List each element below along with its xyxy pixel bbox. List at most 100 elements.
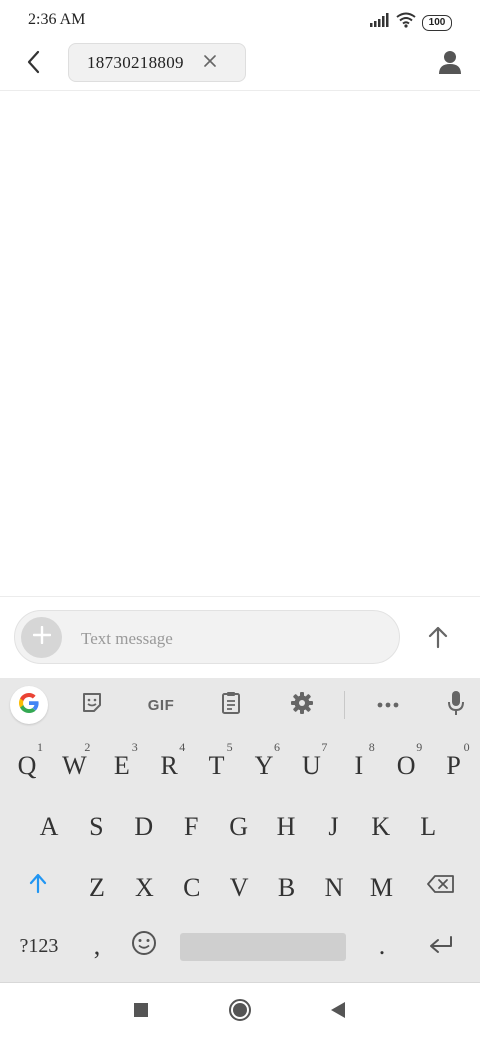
key-g[interactable]: G <box>215 797 263 853</box>
shift-key[interactable] <box>14 858 62 914</box>
signal-icon <box>370 13 390 32</box>
key-o[interactable]: O9 <box>382 736 430 792</box>
key-f[interactable]: F <box>167 797 215 853</box>
key-label: K <box>371 812 391 841</box>
key-hint: 6 <box>274 740 280 754</box>
status-icons: 100 <box>370 12 452 33</box>
shift-arrow-icon <box>28 871 48 901</box>
key-label: L <box>420 812 437 841</box>
gif-button[interactable]: GIF <box>140 685 182 725</box>
recents-square-icon <box>133 1002 149 1023</box>
symbols-key[interactable]: ?123 <box>10 918 68 974</box>
home-button[interactable] <box>225 997 255 1027</box>
key-b[interactable]: B <box>263 858 311 914</box>
conversation-header: 18730218809 <box>0 40 480 91</box>
key-label: V <box>229 873 249 902</box>
key-d[interactable]: D <box>120 797 168 853</box>
key-n[interactable]: N <box>310 858 358 914</box>
back-button[interactable] <box>18 48 50 80</box>
message-list[interactable] <box>0 91 480 595</box>
key-x[interactable]: X <box>120 858 168 914</box>
key-q[interactable]: Q1 <box>3 736 51 792</box>
key-label: J <box>328 812 339 841</box>
recipient-number: 18730218809 <box>87 52 184 72</box>
key-hint: 4 <box>179 740 186 754</box>
back-triangle-icon <box>330 1001 346 1024</box>
key-j[interactable]: J <box>309 797 357 853</box>
clipboard-button[interactable] <box>211 685 251 725</box>
key-label: F <box>183 812 199 841</box>
key-label: B <box>277 873 296 902</box>
key-label: C <box>183 873 201 902</box>
gif-icon: GIF <box>147 696 175 714</box>
status-time: 2:36 AM <box>28 11 86 28</box>
google-button[interactable] <box>10 686 48 724</box>
contact-button[interactable] <box>434 48 466 80</box>
emoji-key[interactable] <box>120 918 168 974</box>
recipient-chip[interactable]: 18730218809 <box>68 43 246 82</box>
voice-input-button[interactable] <box>436 685 476 725</box>
clipboard-icon <box>220 691 242 720</box>
key-hint: 1 <box>37 740 43 754</box>
send-button[interactable] <box>418 619 458 659</box>
key-a[interactable]: A <box>25 797 73 853</box>
key-m[interactable]: M <box>357 858 405 914</box>
key-v[interactable]: V <box>215 858 263 914</box>
google-g-icon <box>17 691 41 720</box>
key-hint: 3 <box>131 740 138 754</box>
backspace-key[interactable] <box>417 858 465 914</box>
key-h[interactable]: H <box>262 797 310 853</box>
key-i[interactable]: I8 <box>335 736 383 792</box>
remove-recipient-button[interactable] <box>202 54 218 71</box>
key-label: W <box>62 751 87 780</box>
battery-icon: 100 <box>422 14 452 31</box>
key-label: Z <box>89 873 105 902</box>
nav-back-button[interactable] <box>323 997 353 1027</box>
period-key[interactable]: . <box>358 918 406 974</box>
key-hint: 0 <box>463 740 470 754</box>
key-t[interactable]: T5 <box>193 736 241 792</box>
key-label: D <box>134 812 154 841</box>
key-label: S <box>89 812 104 841</box>
key-hint: 5 <box>226 740 233 754</box>
toolbar-divider <box>344 691 345 719</box>
key-label: E <box>113 751 130 780</box>
send-arrow-icon <box>427 625 449 654</box>
key-k[interactable]: K <box>357 797 405 853</box>
recents-button[interactable] <box>126 997 156 1027</box>
key-label: G <box>229 812 248 841</box>
back-arrow-icon <box>26 50 42 79</box>
settings-button[interactable] <box>282 685 322 725</box>
message-input[interactable] <box>79 623 383 655</box>
key-hint: 9 <box>416 740 423 754</box>
key-l[interactable]: L <box>404 797 452 853</box>
compose-bar <box>0 596 480 679</box>
compose-field <box>14 610 400 664</box>
sticker-icon <box>80 691 104 720</box>
backspace-icon <box>427 871 455 901</box>
key-z[interactable]: Z <box>73 858 121 914</box>
key-label: H <box>276 812 296 841</box>
key-u[interactable]: U7 <box>287 736 335 792</box>
more-button[interactable] <box>368 685 408 725</box>
key-label: Y <box>254 751 274 780</box>
key-label: R <box>160 751 178 780</box>
key-hint: 8 <box>368 740 375 754</box>
key-e[interactable]: E3 <box>98 736 146 792</box>
key-w[interactable]: W2 <box>50 736 98 792</box>
key-c[interactable]: C <box>168 858 216 914</box>
add-attachment-button[interactable] <box>21 617 62 658</box>
home-circle-icon <box>228 998 252 1027</box>
key-label: U <box>302 751 321 780</box>
key-r[interactable]: R4 <box>145 736 193 792</box>
key-s[interactable]: S <box>72 797 120 853</box>
keyboard-toolbar: GIF <box>0 678 480 732</box>
key-label: X <box>135 873 154 902</box>
enter-key[interactable] <box>417 918 465 974</box>
sticker-button[interactable] <box>72 685 112 725</box>
key-y[interactable]: Y6 <box>240 736 288 792</box>
status-bar: 2:36 AM 100 <box>0 0 480 40</box>
space-key[interactable] <box>180 933 346 961</box>
key-p[interactable]: P0 <box>430 736 478 792</box>
comma-key[interactable]: , <box>73 918 121 974</box>
